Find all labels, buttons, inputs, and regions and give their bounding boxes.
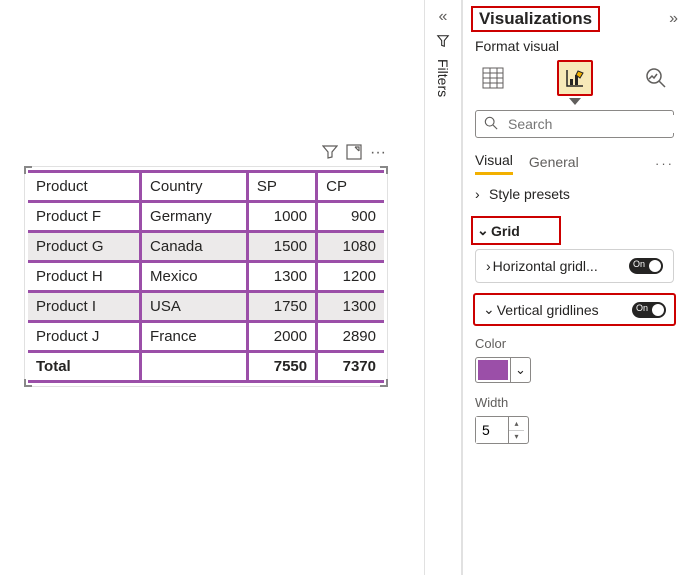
table-cell: 1000	[247, 202, 316, 232]
search-icon	[484, 116, 498, 133]
table-cell: 900	[317, 202, 384, 232]
filters-pane-collapsed[interactable]: « Filters	[424, 0, 462, 575]
table-visual-container[interactable]: ··· ProductCountrySPCP Product FGermany1…	[24, 166, 388, 387]
more-options-icon[interactable]: ···	[655, 156, 674, 171]
build-visual-tab[interactable]	[475, 60, 511, 96]
visual-selection-frame[interactable]: ProductCountrySPCP Product FGermany10009…	[24, 166, 388, 387]
resize-handle-br[interactable]	[380, 379, 388, 387]
section-label: Vertical gridlines	[497, 302, 599, 318]
step-down-button[interactable]: ▾	[509, 431, 524, 444]
color-label: Color	[471, 334, 678, 353]
step-up-button[interactable]: ▴	[509, 417, 524, 431]
table-cell: Germany	[141, 202, 248, 232]
total-value: 7370	[317, 352, 384, 382]
table-cell: 2000	[247, 322, 316, 352]
focus-icon[interactable]	[346, 144, 362, 165]
report-canvas: ··· ProductCountrySPCP Product FGermany1…	[0, 0, 420, 575]
section-grid[interactable]: ⌄ Grid	[475, 220, 557, 241]
section-style-presets[interactable]: › Style presets	[471, 176, 678, 212]
filter-icon[interactable]	[322, 144, 338, 165]
total-value: 7550	[247, 352, 316, 382]
table-row: Product IUSA17501300	[28, 292, 384, 322]
format-visual-tab[interactable]	[557, 60, 593, 96]
table-cell: Product H	[28, 262, 141, 292]
table-cell: Product G	[28, 232, 141, 262]
table-row: Product FGermany1000900	[28, 202, 384, 232]
table-cell: 1080	[317, 232, 384, 262]
search-input-container[interactable]	[475, 110, 674, 138]
resize-handle-bl[interactable]	[24, 379, 32, 387]
chevron-right-icon: ›	[475, 186, 489, 202]
table-row: Product JFrance20002890	[28, 322, 384, 352]
chevron-down-icon: ⌄	[477, 222, 491, 239]
table-cell: USA	[141, 292, 248, 322]
active-tab-indicator	[569, 98, 581, 105]
chevron-right-icon: ›	[486, 258, 491, 274]
resize-handle-tl[interactable]	[24, 166, 32, 174]
visualizations-pane: Visualizations » Format visual Visual Ge…	[462, 0, 686, 575]
table-row: Product GCanada15001080	[28, 232, 384, 262]
filters-pane-label: Filters	[435, 59, 451, 97]
chevron-down-icon: ⌄	[483, 301, 495, 318]
section-label: Style presets	[489, 186, 570, 202]
filter-icon	[425, 34, 461, 51]
search-input[interactable]	[506, 115, 686, 133]
chevron-down-icon: ⌄	[510, 358, 530, 382]
section-vertical-gridlines[interactable]: ⌄ Vertical gridlines On	[473, 293, 676, 326]
table-cell: 1300	[247, 262, 316, 292]
table-cell: 2890	[317, 322, 384, 352]
analytics-tab[interactable]	[638, 60, 674, 96]
table-cell: 1200	[317, 262, 384, 292]
table-cell: Mexico	[141, 262, 248, 292]
table-cell: Product I	[28, 292, 141, 322]
column-header[interactable]: Country	[141, 172, 248, 202]
resize-handle-tr[interactable]	[380, 166, 388, 174]
column-header[interactable]: Product	[28, 172, 141, 202]
width-label: Width	[471, 393, 678, 412]
data-table: ProductCountrySPCP Product FGermany10009…	[28, 170, 384, 383]
tab-visual[interactable]: Visual	[475, 152, 513, 175]
color-swatch	[478, 360, 508, 380]
table-cell: France	[141, 322, 248, 352]
table-cell: Product J	[28, 322, 141, 352]
format-visual-subtitle: Format visual	[471, 36, 678, 60]
table-row: Product HMexico13001200	[28, 262, 384, 292]
toggle-vertical-gridlines[interactable]: On	[632, 302, 666, 318]
more-icon[interactable]: ···	[370, 144, 386, 165]
table-cell: 1750	[247, 292, 316, 322]
tab-general[interactable]: General	[529, 154, 579, 174]
section-label: Horizontal gridl...	[493, 258, 598, 274]
toggle-horizontal-gridlines[interactable]: On	[629, 258, 663, 274]
pane-title: Visualizations	[471, 6, 600, 32]
table-cell: Product F	[28, 202, 141, 232]
column-header[interactable]: CP	[317, 172, 384, 202]
width-stepper[interactable]: ▴ ▾	[475, 416, 529, 444]
total-row: Total 75507370	[28, 352, 384, 382]
section-label: Grid	[491, 223, 520, 239]
expand-icon[interactable]: »	[669, 10, 678, 28]
collapse-icon[interactable]: «	[425, 0, 461, 26]
column-header[interactable]: SP	[247, 172, 316, 202]
table-cell: Canada	[141, 232, 248, 262]
section-horizontal-gridlines[interactable]: › Horizontal gridl... On	[475, 249, 674, 283]
width-input[interactable]	[476, 417, 508, 443]
total-label: Total	[28, 352, 141, 382]
table-cell: 1500	[247, 232, 316, 262]
table-cell: 1300	[317, 292, 384, 322]
color-picker[interactable]: ⌄	[475, 357, 531, 383]
